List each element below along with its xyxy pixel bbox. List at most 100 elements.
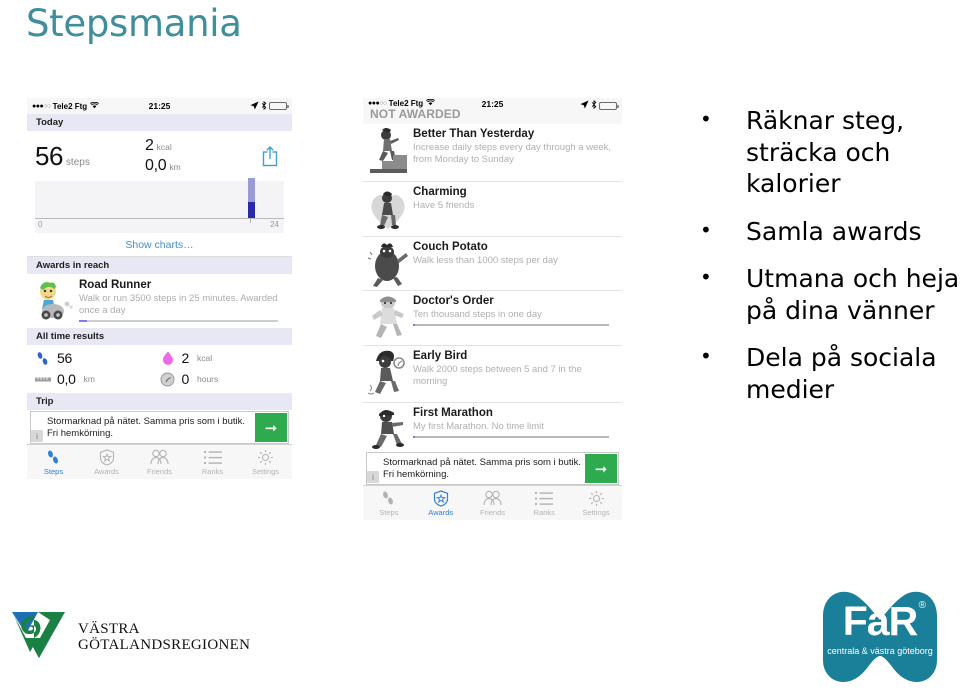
tab-label: Steps xyxy=(43,466,64,476)
chart-x-min-label: 0 xyxy=(38,220,43,229)
distance-value: 0,0 xyxy=(145,157,167,174)
location-arrow-icon xyxy=(580,100,589,111)
shield-star-icon xyxy=(99,448,115,466)
share-icon[interactable] xyxy=(260,144,280,168)
bullet-icon: • xyxy=(700,344,712,368)
award-title: First Marathon xyxy=(413,407,493,419)
awards-list: Better Than Yesterday Increase daily ste… xyxy=(363,124,622,449)
status-bar-right xyxy=(580,100,619,111)
footsteps-icon xyxy=(46,449,61,466)
steps-hourly-chart[interactable]: 0 24 xyxy=(35,178,284,233)
arrow-right-icon[interactable]: ➞ xyxy=(585,454,617,483)
marathon-award-art xyxy=(366,406,410,450)
list-item[interactable]: Early Bird Walk 2000 steps between 5 and… xyxy=(363,346,622,403)
gear-icon xyxy=(588,490,605,507)
tab-awards[interactable]: Awards xyxy=(80,448,133,476)
footsteps-icon xyxy=(35,350,51,366)
tab-ranks[interactable]: Ranks xyxy=(518,490,570,517)
result-kcal-value: 2 xyxy=(181,350,190,366)
ad-banner[interactable]: i Stormarknad på nätet. Samma pris som i… xyxy=(366,452,619,485)
road-runner-award-art xyxy=(31,278,77,324)
tab-steps[interactable]: Steps xyxy=(27,449,80,476)
result-hours-unit: hours xyxy=(197,374,219,384)
award-description: Walk 2000 steps between 5 and 7 in the m… xyxy=(413,363,582,387)
vgr-logo-text: VÄSTRA GÖTALANDSREGIONEN xyxy=(78,621,250,653)
tab-bar: Steps Awards Friends Ranks Settings xyxy=(363,485,622,520)
award-in-reach-text: Road Runner Walk or run 3500 steps in 25… xyxy=(77,278,286,322)
distance-metric: 0,0 km xyxy=(145,157,260,175)
tab-label: Friends xyxy=(146,466,172,476)
award-title: Road Runner xyxy=(79,279,152,291)
list-item: • Samla awards xyxy=(700,216,960,248)
feature-bullet-list: • Räknar steg, sträcka och kalorier • Sa… xyxy=(700,105,960,421)
award-progress-bar xyxy=(413,323,609,326)
list-item: • Räknar steg, sträcka och kalorier xyxy=(700,105,960,200)
vgr-line1: VÄSTRA xyxy=(78,621,140,638)
tab-settings[interactable]: Settings xyxy=(570,490,622,517)
result-distance-value: 0,0 xyxy=(57,371,76,387)
tab-bar: Steps Awards Friends Ranks Settings xyxy=(27,444,292,479)
list-item: • Utmana och heja på dina vänner xyxy=(700,263,960,326)
award-description: Walk less than 1000 steps per day xyxy=(413,254,558,266)
ios-status-bar: ●●●○○ Tele2 Ftg 21:25 xyxy=(27,98,292,114)
tab-settings[interactable]: Settings xyxy=(239,449,292,476)
tab-ranks[interactable]: Ranks xyxy=(186,449,239,476)
far-registered-mark: ® xyxy=(918,600,926,611)
award-text: Early Bird Walk 2000 steps between 5 and… xyxy=(410,349,617,387)
list-item[interactable]: Better Than Yesterday Increase daily ste… xyxy=(363,124,622,182)
list-item[interactable]: Charming Have 5 friends xyxy=(363,182,622,237)
doctor-award-art xyxy=(366,294,410,338)
ad-text: Stormarknad på nätet. Samma pris som i b… xyxy=(383,456,581,480)
gear-icon xyxy=(257,449,274,466)
phone-screenshot-awards: ●●●○○ Tele2 Ftg 21:25 NOT AWARDED Better… xyxy=(363,98,622,560)
list-item[interactable]: Couch Potato Walk less than 1000 steps p… xyxy=(363,237,622,291)
bullet-text: Samla awards xyxy=(746,216,922,246)
tab-friends[interactable]: Friends xyxy=(467,490,519,517)
vgr-logo-mark xyxy=(8,604,70,671)
ad-info-icon[interactable]: i xyxy=(31,430,43,442)
tab-label: Ranks xyxy=(201,466,224,476)
list-item[interactable]: Doctor's Order Ten thousand steps in one… xyxy=(363,291,622,346)
bullet-text: Utmana och heja på dina vänner xyxy=(746,264,960,325)
award-title: Better Than Yesterday xyxy=(413,128,535,140)
all-time-results-header: All time results xyxy=(27,328,292,345)
status-bar-right xyxy=(250,100,289,112)
ad-text: Stormarknad på nätet. Samma pris som i b… xyxy=(47,415,245,439)
list-item[interactable]: First Marathon My first Marathon. No tim… xyxy=(363,403,622,449)
tab-awards[interactable]: Awards xyxy=(415,489,467,517)
treadmill-award-art xyxy=(366,127,410,173)
award-in-reach-row[interactable]: Road Runner Walk or run 3500 steps in 25… xyxy=(27,274,292,328)
ad-info-icon[interactable]: i xyxy=(367,471,379,483)
award-description: Walk or run 3500 steps in 25 minutes. Aw… xyxy=(79,293,278,317)
award-description: Ten thousand steps in one day xyxy=(413,308,542,320)
steps-unit: steps xyxy=(65,156,90,168)
steps-summary: 56 steps xyxy=(35,141,145,172)
award-text: Couch Potato Walk less than 1000 steps p… xyxy=(410,240,617,267)
tab-steps[interactable]: Steps xyxy=(363,490,415,517)
result-steps-value: 56 xyxy=(57,350,72,366)
award-title: Early Bird xyxy=(413,350,468,362)
tab-label: Settings xyxy=(251,466,280,476)
chart-tick xyxy=(250,219,252,223)
result-kcal: 2 kcal xyxy=(160,350,285,366)
arrow-right-icon[interactable]: ➞ xyxy=(255,413,287,442)
shield-star-icon xyxy=(433,489,449,507)
award-text: Better Than Yesterday Increase daily ste… xyxy=(410,127,617,165)
bluetooth-icon xyxy=(591,100,597,111)
chart-plot-area xyxy=(35,178,284,219)
show-charts-link[interactable]: Show charts… xyxy=(27,233,292,257)
award-description: My first Marathon. No time limit xyxy=(413,420,544,432)
list-icon xyxy=(535,490,554,507)
battery-icon xyxy=(269,102,289,110)
trip-section-header: Trip xyxy=(27,393,292,410)
early-bird-award-art xyxy=(366,349,410,395)
list-icon xyxy=(203,449,222,466)
page-title: Stepsmania xyxy=(26,2,242,45)
tab-friends[interactable]: Friends xyxy=(133,449,186,476)
distance-unit: km xyxy=(169,162,181,172)
ios-status-bar: ●●●○○ Tele2 Ftg 21:25 NOT AWARDED xyxy=(363,98,622,124)
list-item: • Dela på sociala medier xyxy=(700,342,960,405)
result-distance: 0,0 km xyxy=(35,371,160,387)
secondary-metrics: 2 kcal 0,0 km xyxy=(145,137,260,175)
ad-banner[interactable]: i Stormarknad på nätet. Samma pris som i… xyxy=(30,411,289,444)
